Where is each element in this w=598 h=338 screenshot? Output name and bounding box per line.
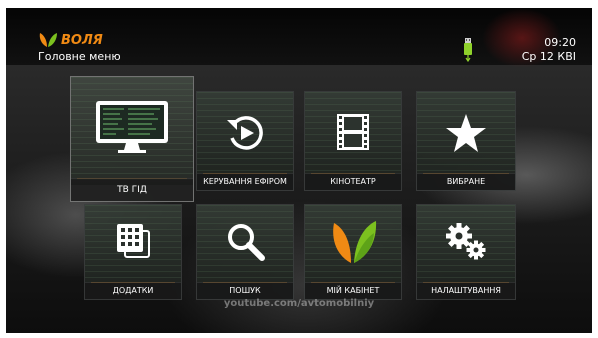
search-icon xyxy=(197,221,293,263)
brand-logo: ВОЛЯ xyxy=(38,32,103,48)
tv-monitor-icon xyxy=(71,99,193,155)
menu-tile-live-control[interactable]: КЕРУВАННЯ ЕФІРОМ xyxy=(196,91,294,191)
tile-label: НАЛАШТУВАННЯ xyxy=(417,282,515,299)
brand-name: ВОЛЯ xyxy=(61,32,103,48)
menu-tile-favorites[interactable]: ВИБРАНЕ xyxy=(416,91,516,191)
tile-label: ВИБРАНЕ xyxy=(417,173,515,190)
tile-label: ТВ ГІД xyxy=(71,178,193,201)
tile-label: КІНОТЕАТР xyxy=(305,173,401,190)
tile-label: КЕРУВАННЯ ЕФІРОМ xyxy=(197,173,293,190)
star-icon xyxy=(417,112,515,154)
menu-tile-settings[interactable]: НАЛАШТУВАННЯ xyxy=(416,204,516,300)
gears-icon xyxy=(417,221,515,263)
film-strip-icon xyxy=(305,112,401,152)
tv-screen: ВОЛЯ Головне меню 09:20 Ср 12 КВІ ТВ ГІД… xyxy=(6,8,592,333)
volia-leaf-icon xyxy=(39,33,57,47)
menu-tile-cinema[interactable]: КІНОТЕАТР xyxy=(304,91,402,191)
menu-tile-apps[interactable]: ДОДАТКИ xyxy=(84,204,182,300)
menu-tile-my-account[interactable]: МІЙ КАБІНЕТ xyxy=(304,204,402,300)
volia-logo-icon xyxy=(305,217,401,265)
menu-tile-search[interactable]: ПОШУК xyxy=(196,204,294,300)
watermark: youtube.com/avtomobilniy xyxy=(223,298,375,309)
menu-tile-tv-guide[interactable]: ТВ ГІД xyxy=(70,76,194,202)
tile-label: МІЙ КАБІНЕТ xyxy=(305,282,401,299)
clock-date: Ср 12 КВІ xyxy=(521,50,576,63)
apps-grid-icon xyxy=(85,221,181,261)
top-bar: ВОЛЯ Головне меню 09:20 Ср 12 КВІ xyxy=(6,8,592,68)
tile-label: ДОДАТКИ xyxy=(85,282,181,299)
page-title: Головне меню xyxy=(38,50,121,63)
replay-icon xyxy=(197,112,293,154)
usb-icon xyxy=(463,38,473,66)
clock-time: 09:20 xyxy=(544,36,576,49)
tile-label: ПОШУК xyxy=(197,282,293,299)
